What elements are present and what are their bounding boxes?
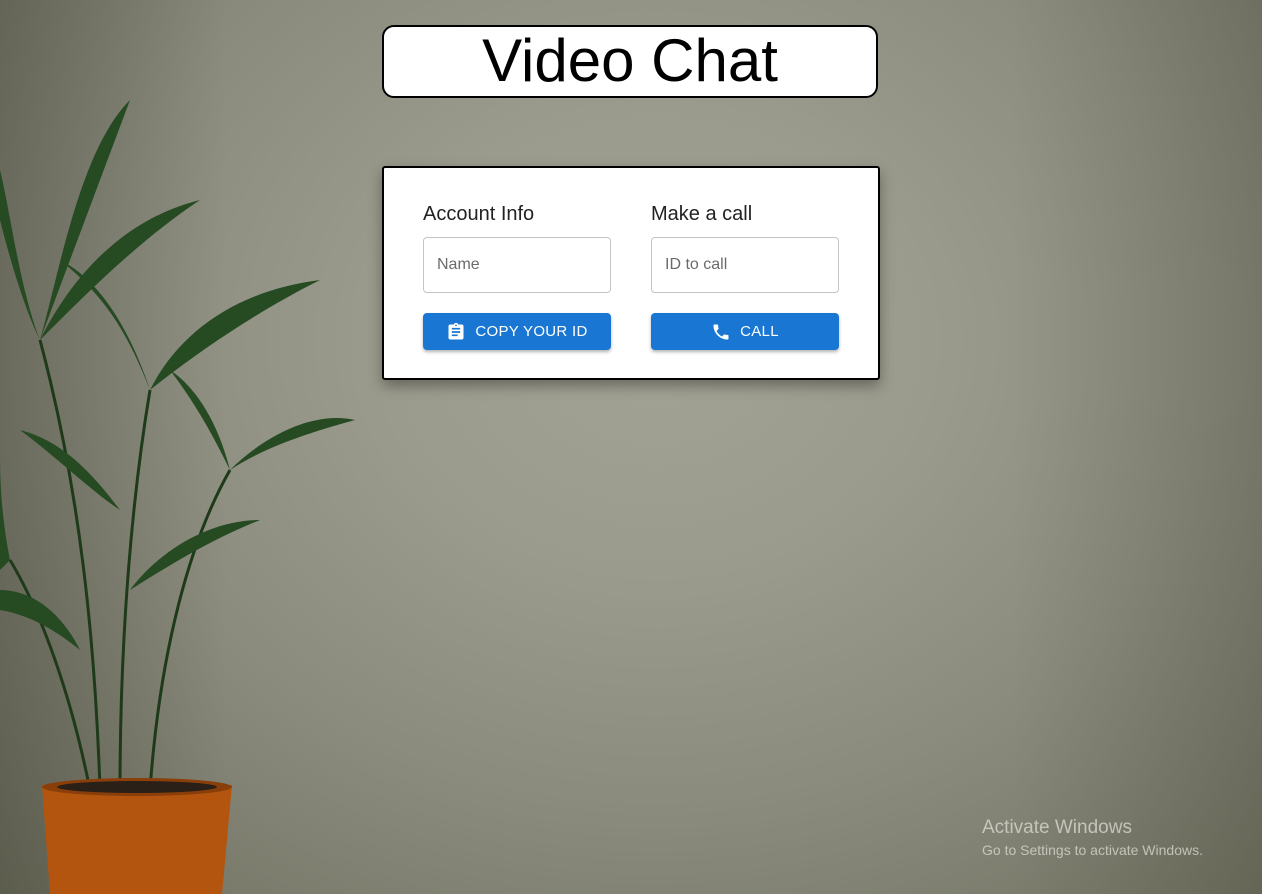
copy-id-button-label: COPY YOUR ID [475, 323, 588, 340]
copy-id-button[interactable]: COPY YOUR ID [423, 313, 611, 350]
phone-icon [711, 322, 731, 342]
activate-windows-watermark: Activate Windows Go to Settings to activ… [982, 817, 1203, 859]
plant-background-image [0, 100, 355, 894]
app-title-banner: Video Chat [382, 25, 878, 98]
account-info-heading: Account Info [423, 203, 535, 225]
id-to-call-input[interactable] [651, 237, 839, 293]
make-call-section: Make a call CALL [651, 202, 839, 350]
watermark-subtitle: Go to Settings to activate Windows. [982, 842, 1203, 858]
call-button[interactable]: CALL [651, 313, 839, 350]
clipboard-icon [446, 322, 466, 342]
call-button-label: CALL [740, 323, 779, 340]
options-card: Account Info COPY YOUR ID Make a call CA… [382, 166, 880, 380]
name-input[interactable] [423, 237, 611, 293]
watermark-title: Activate Windows [982, 817, 1132, 838]
account-info-section: Account Info COPY YOUR ID [423, 202, 611, 350]
make-call-heading: Make a call [651, 203, 753, 225]
page-title: Video Chat [482, 26, 778, 94]
